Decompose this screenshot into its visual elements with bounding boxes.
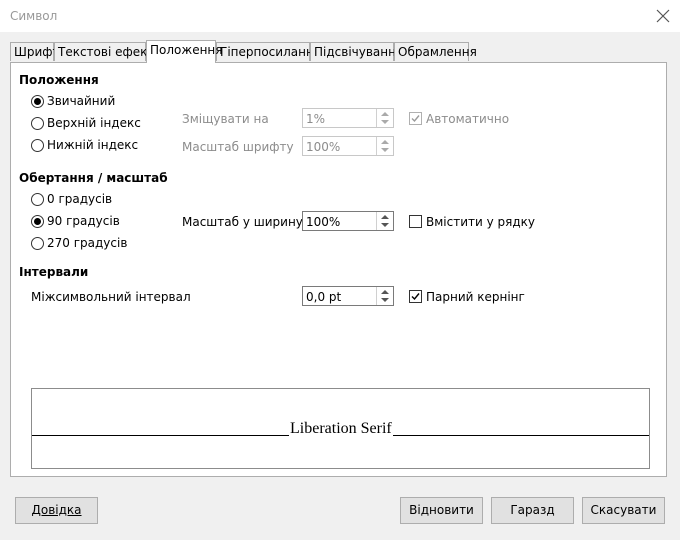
subscript-label: Нижній індекс xyxy=(47,138,139,152)
deg90-label: 90 градусів xyxy=(47,214,120,228)
window-title: Символ xyxy=(10,9,58,23)
spin-up-icon[interactable] xyxy=(381,290,389,294)
help-button-label: Довідка xyxy=(31,503,82,517)
help-button[interactable]: Довідка xyxy=(15,497,98,524)
scale-width-value: 100% xyxy=(306,215,341,229)
relsize-value: 100% xyxy=(306,140,341,154)
cancel-button[interactable]: Скасувати xyxy=(582,497,665,524)
char-spacing-value: 0,0 pt xyxy=(306,290,342,304)
fit-line-label: Вмістити у рядку xyxy=(426,215,536,229)
spacing-heading: Інтервали xyxy=(19,265,89,279)
pair-kerning-checkbox[interactable] xyxy=(409,290,422,303)
rotation-heading: Обертання / масштаб xyxy=(19,171,168,185)
close-icon[interactable] xyxy=(652,5,674,27)
relsize-spinbox[interactable]: 100% xyxy=(302,136,394,156)
spin-up-icon[interactable] xyxy=(381,215,389,219)
spin-down-icon[interactable] xyxy=(381,148,389,152)
tab-position[interactable]: Положення xyxy=(146,40,222,63)
scale-width-spinbox[interactable]: 100% xyxy=(302,211,394,231)
scale-width-label: Масштаб у ширину xyxy=(182,215,303,229)
position-heading: Положення xyxy=(19,73,99,87)
raise-spinbox[interactable]: 1% xyxy=(302,108,394,128)
radio-normal[interactable] xyxy=(31,95,44,108)
raise-label: Зміщувати на xyxy=(182,112,269,126)
ok-button[interactable]: Гаразд xyxy=(491,497,574,524)
tab-font[interactable]: Шрифт xyxy=(10,42,60,61)
tab-highlighting[interactable]: Підсвічування xyxy=(310,42,403,61)
spin-up-icon[interactable] xyxy=(381,140,389,144)
spin-up-icon[interactable] xyxy=(381,112,389,116)
tab-borders[interactable]: Обрамлення xyxy=(394,42,477,61)
preview-text: Liberation Serif xyxy=(289,420,393,438)
radio-0-degrees[interactable] xyxy=(31,193,44,206)
spin-down-icon[interactable] xyxy=(381,223,389,227)
checkmark-icon xyxy=(411,115,420,123)
spin-down-icon[interactable] xyxy=(381,298,389,302)
radio-90-degrees[interactable] xyxy=(31,215,44,228)
radio-270-degrees[interactable] xyxy=(31,237,44,250)
spin-down-icon[interactable] xyxy=(381,120,389,124)
tab-panel: Положення Звичайний Верхній індекс Нижні… xyxy=(10,62,667,477)
cancel-button-label: Скасувати xyxy=(590,503,657,517)
raise-value: 1% xyxy=(306,112,326,126)
ok-button-label: Гаразд xyxy=(510,503,555,517)
relsize-label: Масштаб шрифту xyxy=(182,140,294,154)
title-bar: Символ xyxy=(0,0,680,32)
tab-text-effects[interactable]: Текстові ефекти xyxy=(54,42,162,61)
deg270-label: 270 градусів xyxy=(47,236,128,250)
char-spacing-spinbox[interactable]: 0,0 pt xyxy=(302,286,394,306)
char-spacing-label: Міжсимвольний інтервал xyxy=(31,290,191,304)
radio-superscript[interactable] xyxy=(31,117,44,130)
reset-button[interactable]: Відновити xyxy=(400,497,483,524)
deg0-label: 0 градусів xyxy=(47,192,113,206)
tab-hyperlink[interactable]: Гіперпосилання xyxy=(216,42,321,61)
normal-label: Звичайний xyxy=(47,94,116,108)
radio-subscript[interactable] xyxy=(31,139,44,152)
checkmark-icon xyxy=(411,293,420,301)
pair-kerning-label: Парний кернінг xyxy=(426,290,525,304)
reset-button-label: Відновити xyxy=(409,503,474,517)
fit-line-checkbox[interactable] xyxy=(409,215,422,228)
automatic-checkbox[interactable] xyxy=(409,112,422,125)
font-preview: Liberation Serif xyxy=(31,388,650,469)
automatic-label: Автоматично xyxy=(426,112,510,126)
superscript-label: Верхній індекс xyxy=(47,116,141,130)
